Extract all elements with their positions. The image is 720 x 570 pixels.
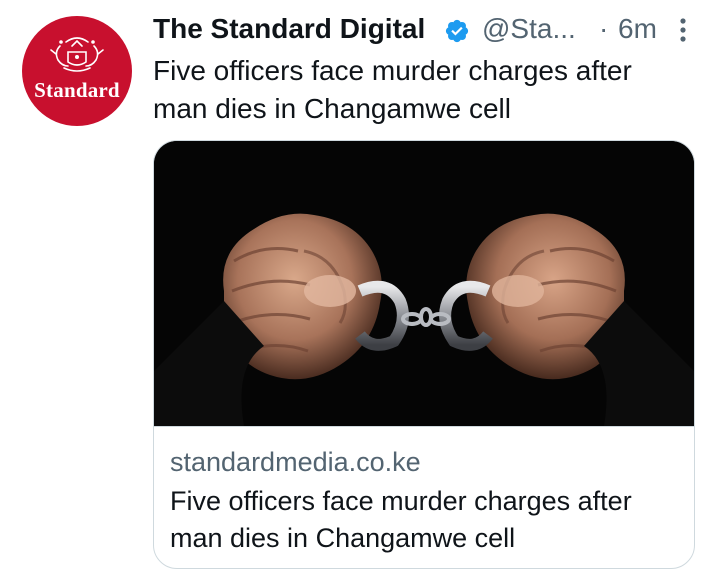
card-divider [154, 426, 694, 427]
crest-icon [50, 37, 104, 72]
card-domain: standardmedia.co.ke [170, 447, 421, 477]
author-handle[interactable]: @Sta... [482, 8, 576, 50]
header-separator: · [599, 13, 609, 44]
link-card[interactable]: standardmedia.co.ke Five officers face m… [153, 140, 695, 569]
avatar-logo-text: Standard [34, 78, 120, 102]
verified-badge-icon [445, 19, 469, 43]
card-image [154, 141, 694, 426]
tweet-text: Five officers face murder charges after … [153, 55, 632, 124]
handcuffed-hands-photo-icon [154, 141, 694, 426]
author-display-name[interactable]: The Standard Digital [153, 8, 425, 50]
avatar[interactable]: Standard [22, 16, 132, 126]
tweet[interactable]: Standard The Standard Digital @Sta... · … [0, 0, 720, 570]
tweet-timestamp[interactable]: 6m [618, 8, 657, 50]
card-title: Five officers face murder charges after … [170, 486, 632, 553]
more-options-icon[interactable] [670, 15, 696, 45]
tweet-header: The Standard Digital @Sta... · 6m [153, 8, 708, 50]
